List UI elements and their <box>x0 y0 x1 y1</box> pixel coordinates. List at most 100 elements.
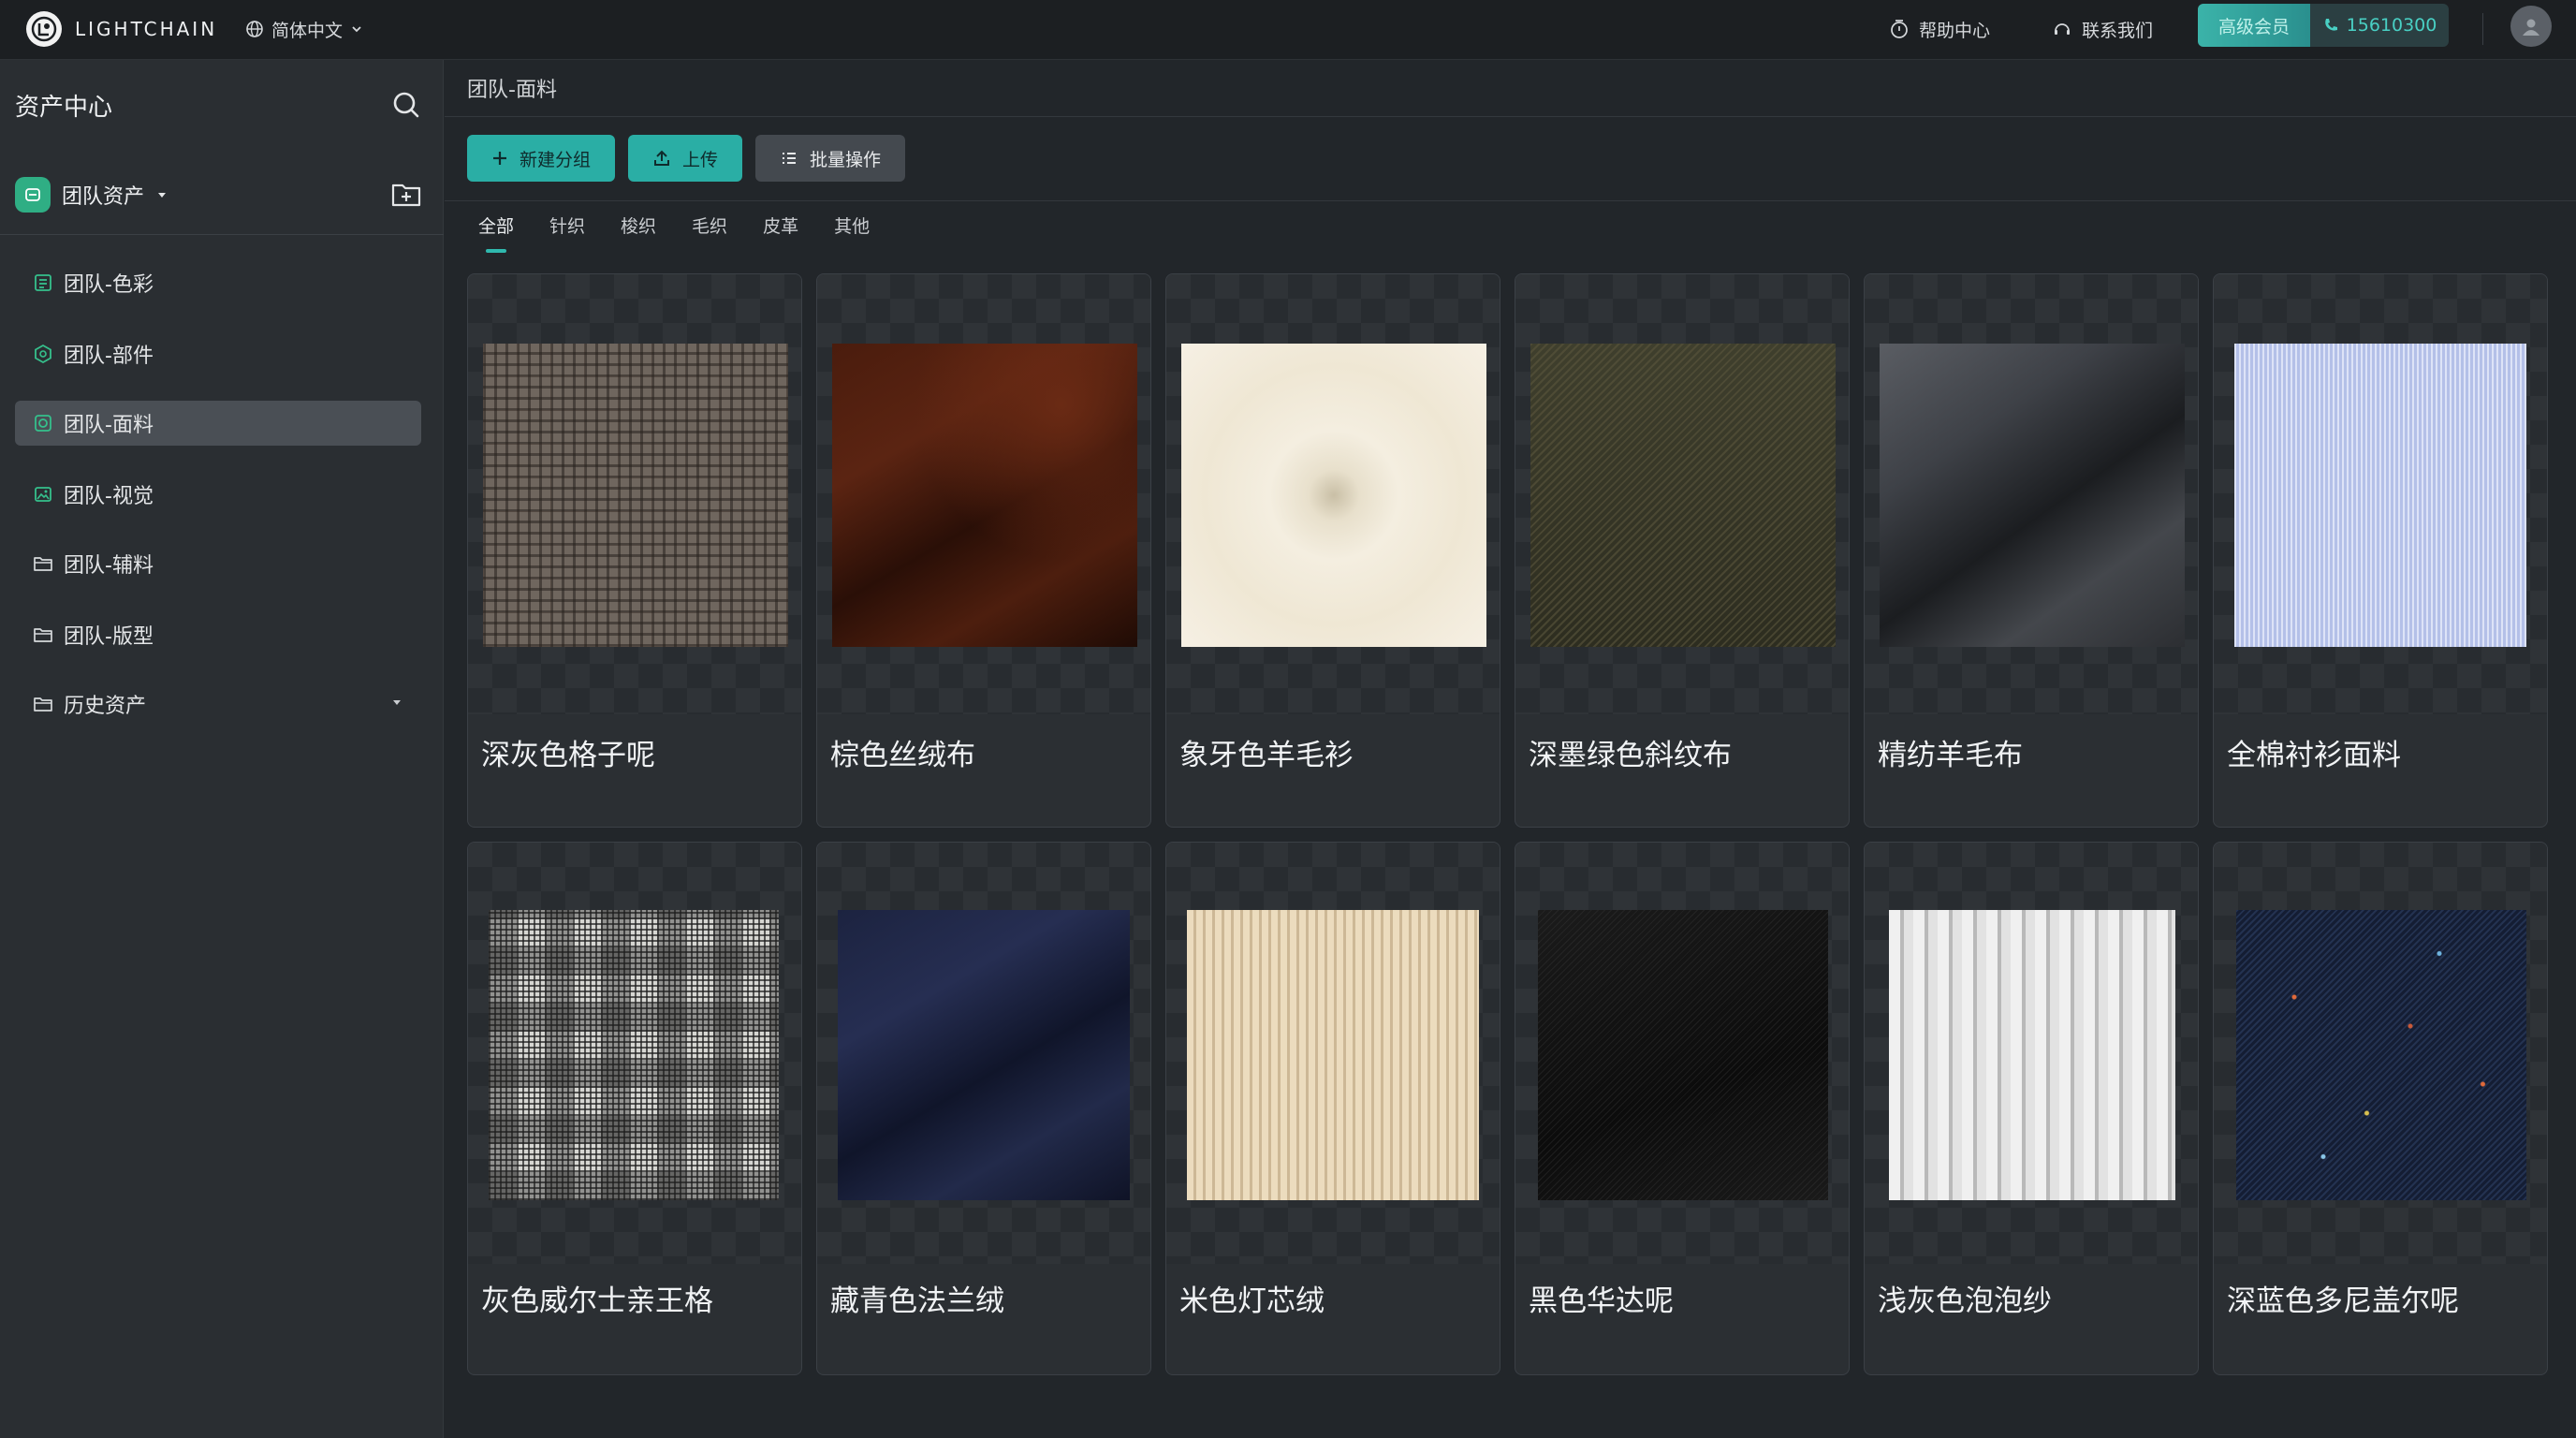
category-tabs: 全部 针织 梭织 毛织 皮革 其他 <box>478 213 870 253</box>
fabric-thumbnail <box>1515 274 1849 714</box>
caret-down-icon[interactable] <box>389 695 404 710</box>
brand-logo-icon <box>26 11 62 47</box>
fabric-swatch-image <box>838 910 1130 1200</box>
sidebar-item-visual[interactable]: 团队-视觉 <box>15 472 421 517</box>
tab-all[interactable]: 全部 <box>478 213 514 253</box>
fabric-thumbnail <box>1865 274 2198 714</box>
fabric-thumbnail <box>1166 274 1500 714</box>
top-bar: LIGHTCHAIN 简体中文 帮助中心 联系我们 高级会员 15610300 <box>0 0 2576 60</box>
team-icon <box>15 177 51 213</box>
fabric-swatch-image <box>832 344 1137 647</box>
fabric-card[interactable]: 灰色威尔士亲王格 <box>467 842 802 1375</box>
fabric-card[interactable]: 全棉衬衫面料 <box>2213 273 2548 828</box>
team-label: 团队资产 <box>62 185 145 209</box>
fabric-swatch-image <box>1530 344 1836 647</box>
brand[interactable]: LIGHTCHAIN <box>26 6 217 52</box>
language-label: 简体中文 <box>271 20 344 41</box>
fabric-card[interactable]: 深灰色格子呢 <box>467 273 802 828</box>
help-icon <box>1891 20 1908 38</box>
fabric-card[interactable]: 精纺羊毛布 <box>1864 273 2199 828</box>
tab-other[interactable]: 其他 <box>834 213 870 253</box>
fabric-thumbnail <box>1166 843 1500 1264</box>
sidebar-item-label: 历史资产 <box>64 695 147 718</box>
list-icon <box>783 153 797 164</box>
fabric-card[interactable]: 浅灰色泡泡纱 <box>1864 842 2199 1375</box>
fabric-swatch-image <box>483 344 788 647</box>
sidebar-item-history[interactable]: 历史资产 <box>15 682 421 726</box>
fabric-card[interactable]: 米色灯芯绒 <box>1165 842 1500 1375</box>
new-folder-label: 新建分组 <box>520 149 592 170</box>
fabric-card[interactable]: 棕色丝绒布 <box>816 273 1151 828</box>
fabric-thumbnail <box>1515 843 1849 1264</box>
folder-icon <box>32 552 54 575</box>
fabric-thumbnail <box>2214 843 2547 1264</box>
team-selector[interactable]: 团队资产 <box>15 174 168 215</box>
fabric-name: 深灰色格子呢 <box>481 739 655 772</box>
globe-icon <box>246 21 263 37</box>
upload-button[interactable]: 上传 <box>628 135 743 182</box>
palette-icon <box>32 271 54 294</box>
fabric-name: 浅灰色泡泡纱 <box>1878 1284 2052 1318</box>
help-center-link[interactable]: 帮助中心 <box>1889 6 1990 52</box>
toolbar: 新建分组 上传 批量操作 <box>467 135 906 182</box>
help-center-label: 帮助中心 <box>1919 20 1991 41</box>
brand-name: LIGHTCHAIN <box>75 18 218 40</box>
fabric-swatch-image <box>2236 910 2526 1200</box>
fabric-card[interactable]: 深蓝色多尼盖尔呢 <box>2213 842 2548 1375</box>
fabric-card[interactable]: 深墨绿色斜纹布 <box>1515 273 1850 828</box>
plus-icon <box>493 152 506 165</box>
fabric-name: 精纺羊毛布 <box>1878 739 2023 772</box>
fabric-swatch-image <box>1880 344 2185 647</box>
fabric-thumbnail <box>468 843 801 1264</box>
fabric-swatch-image <box>1889 910 2175 1200</box>
sidebar-item-pattern[interactable]: 团队-版型 <box>15 612 421 657</box>
fabric-swatch-image <box>2234 344 2526 647</box>
tab-woven[interactable]: 梭织 <box>621 213 656 253</box>
batch-operation-button[interactable]: 批量操作 <box>755 135 906 182</box>
fabric-thumbnail <box>817 843 1150 1264</box>
fabric-swatch-image <box>1187 910 1479 1200</box>
language-selector[interactable]: 简体中文 <box>245 6 363 52</box>
fabric-swatch-image <box>1538 910 1828 1200</box>
tab-wool-knit[interactable]: 毛织 <box>692 213 727 253</box>
search-icon[interactable] <box>389 88 423 122</box>
phone-number: 15610300 <box>2346 15 2437 36</box>
fabric-name: 藏青色法兰绒 <box>830 1284 1004 1318</box>
upload-icon <box>654 150 670 166</box>
tab-knit[interactable]: 针织 <box>549 213 585 253</box>
breadcrumb: 团队-面料 <box>467 79 557 102</box>
fabric-thumbnail <box>468 274 801 714</box>
upload-label: 上传 <box>682 149 719 170</box>
sidebar-item-color[interactable]: 团队-色彩 <box>15 260 421 305</box>
tab-leather[interactable]: 皮革 <box>763 213 798 253</box>
sidebar-item-label: 团队-色彩 <box>64 273 154 297</box>
sidebar-divider <box>0 234 444 235</box>
sidebar-item-label: 团队-视觉 <box>64 485 154 508</box>
caret-down-icon <box>158 193 167 198</box>
fabric-name: 全棉衬衫面料 <box>2227 739 2401 772</box>
phone-info[interactable]: 15610300 <box>2310 15 2449 36</box>
fabric-thumbnail <box>2214 274 2547 714</box>
sidebar-item-accessory[interactable]: 团队-辅料 <box>15 541 421 586</box>
folder-add-icon[interactable] <box>389 178 423 210</box>
batch-operation-label: 批量操作 <box>810 149 882 170</box>
sidebar-item-label: 团队-辅料 <box>64 554 154 578</box>
fabric-card[interactable]: 藏青色法兰绒 <box>816 842 1151 1375</box>
fabric-card[interactable]: 黑色华达呢 <box>1515 842 1850 1375</box>
sidebar-item-label: 团队-版型 <box>64 625 154 649</box>
fabric-name: 深墨绿色斜纹布 <box>1529 739 1732 772</box>
fabric-card[interactable]: 象牙色羊毛衫 <box>1165 273 1500 828</box>
user-avatar[interactable] <box>2510 6 2552 47</box>
fabric-swatch-image <box>489 910 779 1200</box>
contact-us-label: 联系我们 <box>2082 20 2154 41</box>
fabric-name: 棕色丝绒布 <box>830 739 975 772</box>
sidebar-item-component[interactable]: 团队-部件 <box>15 331 421 376</box>
fabric-name: 黑色华达呢 <box>1529 1284 1674 1318</box>
fabric-icon <box>32 412 54 434</box>
new-folder-button[interactable]: 新建分组 <box>467 135 616 182</box>
contact-us-link[interactable]: 联系我们 <box>2052 6 2153 52</box>
folder-icon <box>32 624 54 646</box>
sidebar-item-fabric[interactable]: 团队-面料 <box>15 401 421 446</box>
upgrade-button[interactable]: 高级会员 <box>2198 4 2310 47</box>
chevron-down-icon <box>352 26 361 33</box>
